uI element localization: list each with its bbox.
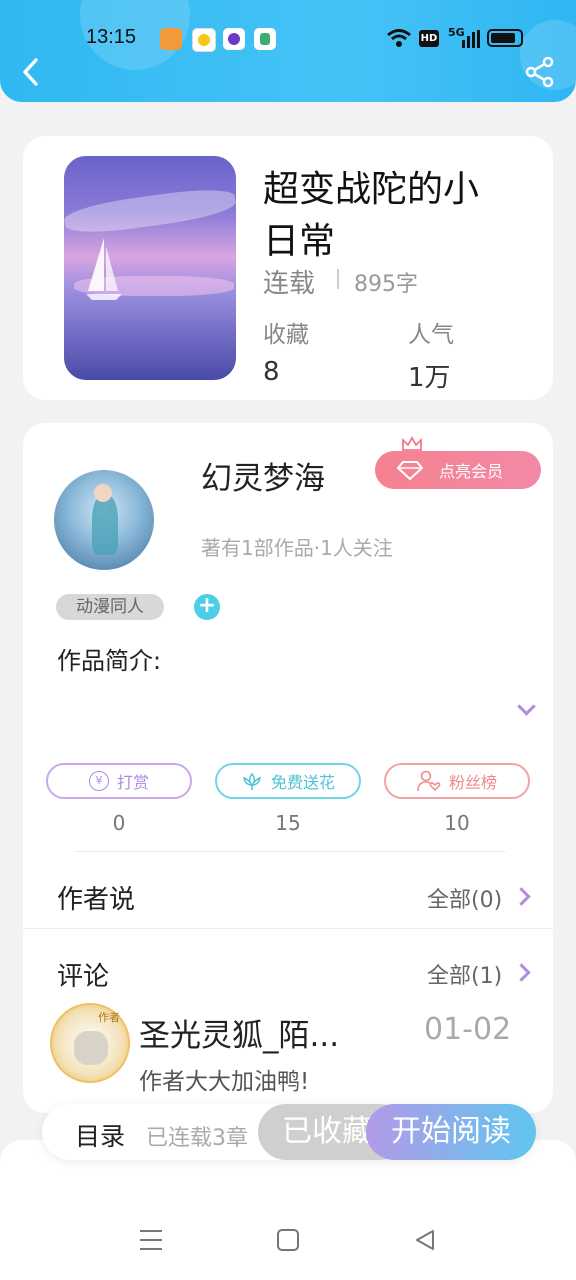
flower-count: 15 <box>275 811 301 835</box>
menu-nav-icon[interactable] <box>138 1228 164 1252</box>
author-stats: 著有1部作品·1人关注 <box>201 536 393 560</box>
back-nav-icon[interactable] <box>413 1228 437 1252</box>
back-icon[interactable] <box>18 56 44 88</box>
comments-all-link[interactable]: 全部(1) <box>427 958 502 990</box>
fan-ranking-button[interactable]: 粉丝榜 <box>384 763 530 799</box>
flower-icon <box>242 772 261 790</box>
author-says-title: 作者说 <box>57 885 136 915</box>
status-time: 13:15 <box>86 26 137 48</box>
crown-icon <box>402 436 422 451</box>
vip-button[interactable]: 点亮会员 <box>375 451 541 489</box>
catalog-button[interactable]: 目录 <box>75 1117 125 1153</box>
wifi-icon <box>387 29 411 47</box>
app-notification-icon <box>160 28 182 50</box>
app-notification-icon <box>192 28 216 52</box>
app-notification-icon <box>223 28 245 50</box>
comment-date: 01-02 <box>424 1012 512 1047</box>
collect-value: 8 <box>263 357 280 387</box>
send-flower-button[interactable]: 免费送花 <box>215 763 361 799</box>
word-count: 895字 <box>354 272 418 297</box>
collect-label: 收藏 <box>263 322 309 348</box>
reward-count: 0 <box>112 811 126 835</box>
book-title-line2: 日常 <box>263 221 336 262</box>
app-notification-icon <box>254 28 276 50</box>
send-flower-label: 免费送花 <box>270 773 335 792</box>
divider <box>74 851 506 852</box>
author-name[interactable]: 幻灵梦海 <box>201 453 325 498</box>
divider <box>23 928 553 929</box>
serial-progress: 已连载3章 <box>146 1126 248 1151</box>
signal-icon <box>462 30 480 48</box>
reward-button[interactable]: ¥ 打赏 <box>46 763 192 799</box>
comment-text: 作者大大加油鸭! <box>139 1069 310 1095</box>
vip-button-label: 点亮会员 <box>439 462 504 481</box>
diamond-icon <box>397 461 423 480</box>
add-tag-icon[interactable]: + <box>194 594 220 620</box>
bottom-panel <box>0 1140 576 1280</box>
category-tag[interactable]: 动漫同人 <box>56 594 164 620</box>
reward-label: 打赏 <box>116 773 149 792</box>
share-icon[interactable] <box>524 56 556 88</box>
start-reading-button[interactable]: 开始阅读 <box>366 1104 536 1160</box>
author-says-all-link[interactable]: 全部(0) <box>427 882 502 914</box>
comment-avatar[interactable]: 作者 <box>50 1003 130 1083</box>
book-cover-image[interactable] <box>64 156 236 380</box>
comment-username[interactable]: 圣光灵狐_陌... <box>139 1010 339 1055</box>
fan-count: 10 <box>444 811 470 835</box>
popularity-label: 人气 <box>408 322 454 348</box>
intro-label: 作品简介: <box>57 647 162 675</box>
coin-icon: ¥ <box>88 771 109 791</box>
hd-icon: HD <box>419 30 439 47</box>
author-avatar[interactable] <box>54 470 154 570</box>
top-header <box>0 0 576 102</box>
divider <box>337 269 339 289</box>
avatar-badge: 作者 <box>98 1011 120 1024</box>
comments-title: 评论 <box>57 962 110 992</box>
popularity-value: 1万 <box>408 363 451 393</box>
book-title-line1: 超变战陀的小 <box>263 169 480 210</box>
home-nav-icon[interactable] <box>276 1228 300 1252</box>
battery-icon <box>487 29 523 47</box>
fans-icon <box>417 770 441 792</box>
book-status: 连载 <box>263 269 316 299</box>
fan-ranking-label: 粉丝榜 <box>448 773 497 792</box>
